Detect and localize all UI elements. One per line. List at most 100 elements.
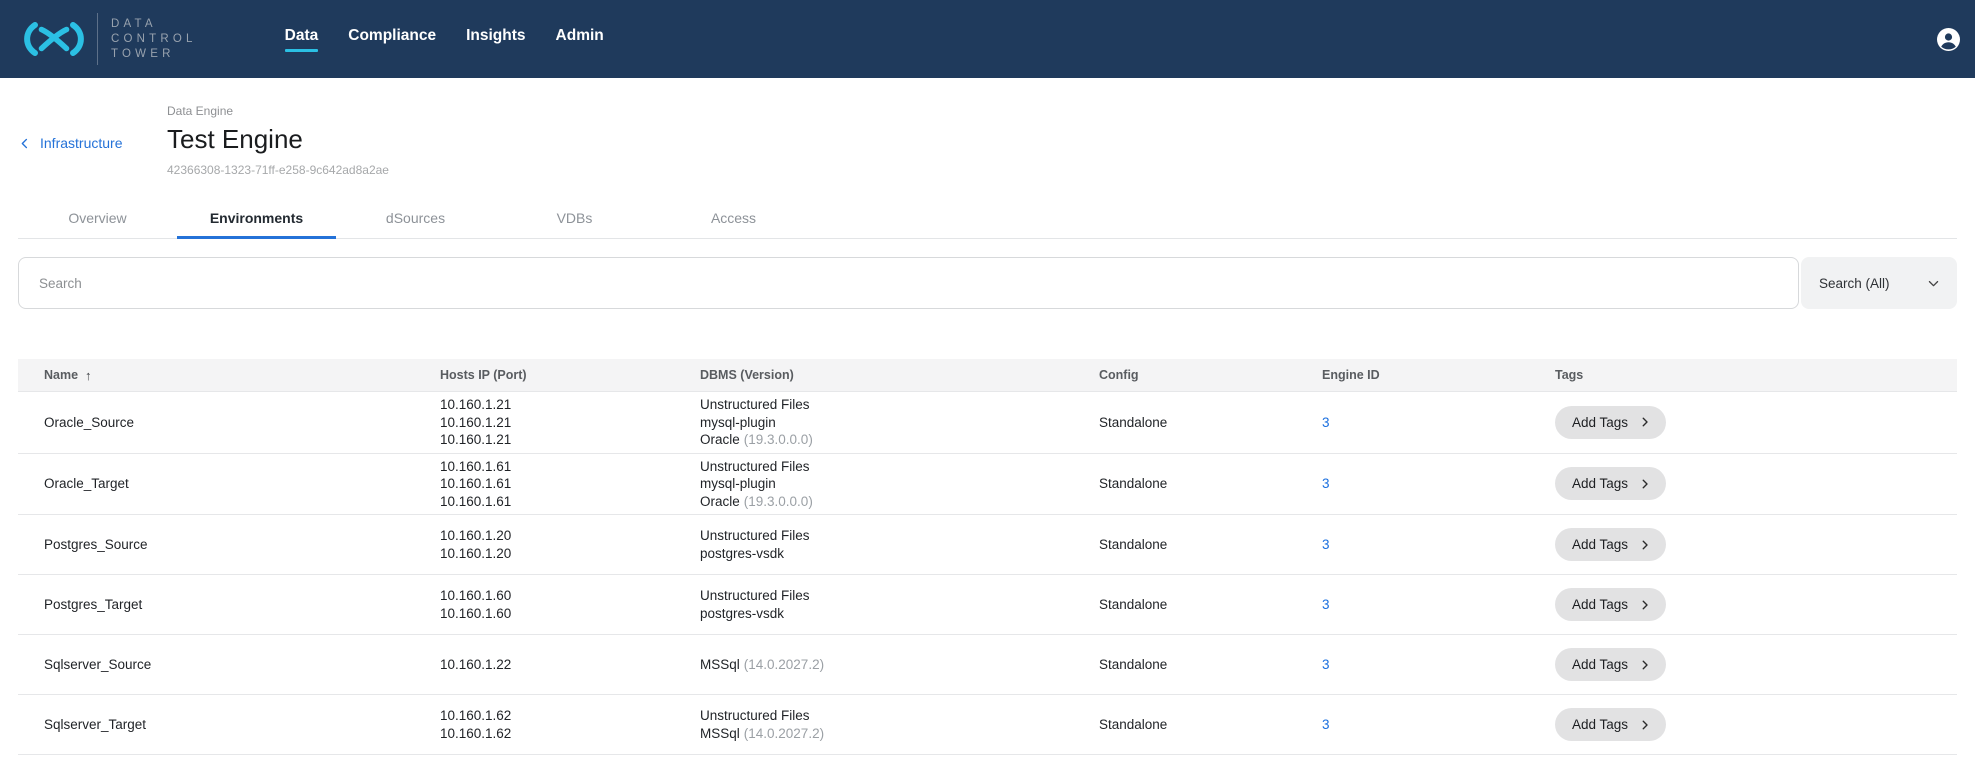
dbms-name: Unstructured Files xyxy=(700,588,810,603)
column-header-engine-id[interactable]: Engine ID xyxy=(1296,368,1529,382)
env-name: Oracle_Source xyxy=(44,415,134,430)
engine-id-link[interactable]: 3 xyxy=(1322,597,1330,612)
column-header-tags[interactable]: Tags xyxy=(1529,368,1957,382)
tab-environments[interactable]: Environments xyxy=(177,199,336,238)
search-input[interactable] xyxy=(18,257,1799,309)
dbms-entry: Oracle (19.3.0.0.0) xyxy=(700,431,1073,449)
dbms-entry: postgres-vsdk xyxy=(700,545,1073,563)
dbms-entry: MSSql(14.0.2027.2) xyxy=(700,656,1073,674)
host-ip: 10.160.1.60 xyxy=(440,605,674,623)
dbms-version: (19.3.0.0.0) xyxy=(744,494,813,509)
engine-id-cell: 3 xyxy=(1296,414,1529,432)
dbms-name: Unstructured Files xyxy=(700,459,810,474)
config-cell: Standalone xyxy=(1073,656,1296,674)
engine-id-link[interactable]: 3 xyxy=(1322,657,1330,672)
host-ip: 10.160.1.62 xyxy=(440,707,674,725)
dbms-entry: mysql-plugin xyxy=(700,475,1073,493)
page-content: Infrastructure Data Engine Test Engine 4… xyxy=(0,78,1975,755)
add-tags-label: Add Tags xyxy=(1572,415,1628,430)
user-account-icon xyxy=(1936,27,1961,52)
host-ip: 10.160.1.21 xyxy=(440,396,674,414)
hosts-cell: 10.160.1.6010.160.1.60 xyxy=(414,587,674,622)
env-name: Sqlserver_Target xyxy=(44,717,146,732)
chevron-down-icon xyxy=(1927,277,1940,290)
wordmark-line: TOWER xyxy=(111,47,197,62)
tags-cell: Add Tags xyxy=(1529,588,1957,621)
engine-id-link[interactable]: 3 xyxy=(1322,476,1330,491)
nav-item-compliance[interactable]: Compliance xyxy=(348,27,436,52)
tags-cell: Add Tags xyxy=(1529,467,1957,500)
dbms-entry: Unstructured Files xyxy=(700,527,1073,545)
chevron-right-icon xyxy=(1639,599,1651,611)
column-header-dbms-version[interactable]: DBMS (Version) xyxy=(674,368,1073,382)
hosts-cell: 10.160.1.6110.160.1.6110.160.1.61 xyxy=(414,458,674,511)
primary-nav: Data Compliance Insights Admin xyxy=(285,27,604,52)
breadcrumb: Infrastructure xyxy=(18,78,167,178)
page-header: Infrastructure Data Engine Test Engine 4… xyxy=(18,78,1957,178)
table-row-oracle-target: Oracle_Target10.160.1.6110.160.1.6110.16… xyxy=(18,454,1957,516)
nav-item-admin[interactable]: Admin xyxy=(556,27,604,52)
search-bar: Search (All) xyxy=(18,257,1957,309)
column-header-config[interactable]: Config xyxy=(1073,368,1296,382)
column-header-hosts-ip-port[interactable]: Hosts IP (Port) xyxy=(414,368,674,382)
host-ip: 10.160.1.61 xyxy=(440,458,674,476)
dbms-entry: Unstructured Files xyxy=(700,587,1073,605)
engine-id-link[interactable]: 3 xyxy=(1322,415,1330,430)
nav-item-insights[interactable]: Insights xyxy=(466,27,525,52)
add-tags-button[interactable]: Add Tags xyxy=(1555,708,1666,741)
breadcrumb-label: Infrastructure xyxy=(40,135,122,151)
dbms-entry: Unstructured Files xyxy=(700,707,1073,725)
dbms-name: Oracle xyxy=(700,432,740,447)
search-scope-dropdown[interactable]: Search (All) xyxy=(1801,257,1957,309)
add-tags-button[interactable]: Add Tags xyxy=(1555,528,1666,561)
dct-wordmark: DATACONTROLTOWER xyxy=(111,17,197,62)
add-tags-button[interactable]: Add Tags xyxy=(1555,467,1666,500)
dct-logo[interactable]: DATACONTROLTOWER xyxy=(20,13,197,65)
host-ip: 10.160.1.60 xyxy=(440,587,674,605)
env-name-cell: Sqlserver_Target xyxy=(18,716,414,734)
dbms-name: Unstructured Files xyxy=(700,397,810,412)
dbms-name: Oracle xyxy=(700,494,740,509)
table-header: Name↑ Hosts IP (Port) DBMS (Version)Config… xyxy=(18,359,1957,392)
add-tags-label: Add Tags xyxy=(1572,476,1628,491)
config-value: Standalone xyxy=(1099,415,1167,430)
engine-id-cell: 3 xyxy=(1296,716,1529,734)
dct-logo-icon xyxy=(20,20,88,58)
hosts-cell: 10.160.1.2010.160.1.20 xyxy=(414,527,674,562)
logo-divider xyxy=(97,13,98,65)
dbms-entry: Oracle (19.3.0.0.0) xyxy=(700,493,1073,511)
sort-ascending-icon: ↑ xyxy=(85,368,92,383)
add-tags-label: Add Tags xyxy=(1572,657,1628,672)
page-title: Test Engine xyxy=(167,123,389,155)
engine-id-cell: 3 xyxy=(1296,596,1529,614)
tab-dsources[interactable]: dSources xyxy=(336,199,495,238)
env-name-cell: Oracle_Source xyxy=(18,414,414,432)
engine-id-link[interactable]: 3 xyxy=(1322,717,1330,732)
column-header-name[interactable]: Name↑ xyxy=(18,368,414,383)
config-value: Standalone xyxy=(1099,717,1167,732)
add-tags-button[interactable]: Add Tags xyxy=(1555,406,1666,439)
tab-overview[interactable]: Overview xyxy=(18,199,177,238)
engine-id-link[interactable]: 3 xyxy=(1322,537,1330,552)
dbms-version: (19.3.0.0.0) xyxy=(744,432,813,447)
env-name: Postgres_Target xyxy=(44,597,142,612)
tab-vdbs[interactable]: VDBs xyxy=(495,199,654,238)
scope-chevron-slot xyxy=(1927,277,1940,290)
env-name-cell: Postgres_Source xyxy=(18,536,414,554)
search-scope-label: Search (All) xyxy=(1819,276,1890,291)
wordmark-line: DATA xyxy=(111,17,197,32)
dbms-name: MSSql xyxy=(700,657,740,672)
column-label: Engine ID xyxy=(1322,368,1380,382)
add-tags-label: Add Tags xyxy=(1572,537,1628,552)
add-tags-button[interactable]: Add Tags xyxy=(1555,588,1666,621)
nav-item-data[interactable]: Data xyxy=(285,27,319,52)
breadcrumb-infrastructure-link[interactable]: Infrastructure xyxy=(18,135,122,151)
user-account-button[interactable] xyxy=(1936,27,1961,52)
column-label: Hosts IP (Port) xyxy=(440,368,527,382)
tab-access[interactable]: Access xyxy=(654,199,813,238)
host-ip: 10.160.1.21 xyxy=(440,431,674,449)
title-block: Data Engine Test Engine 42366308-1323-71… xyxy=(167,78,389,178)
config-cell: Standalone xyxy=(1073,716,1296,734)
add-tags-button[interactable]: Add Tags xyxy=(1555,648,1666,681)
tab-bar: OverviewEnvironmentsdSourcesVDBsAccess xyxy=(18,199,1957,239)
